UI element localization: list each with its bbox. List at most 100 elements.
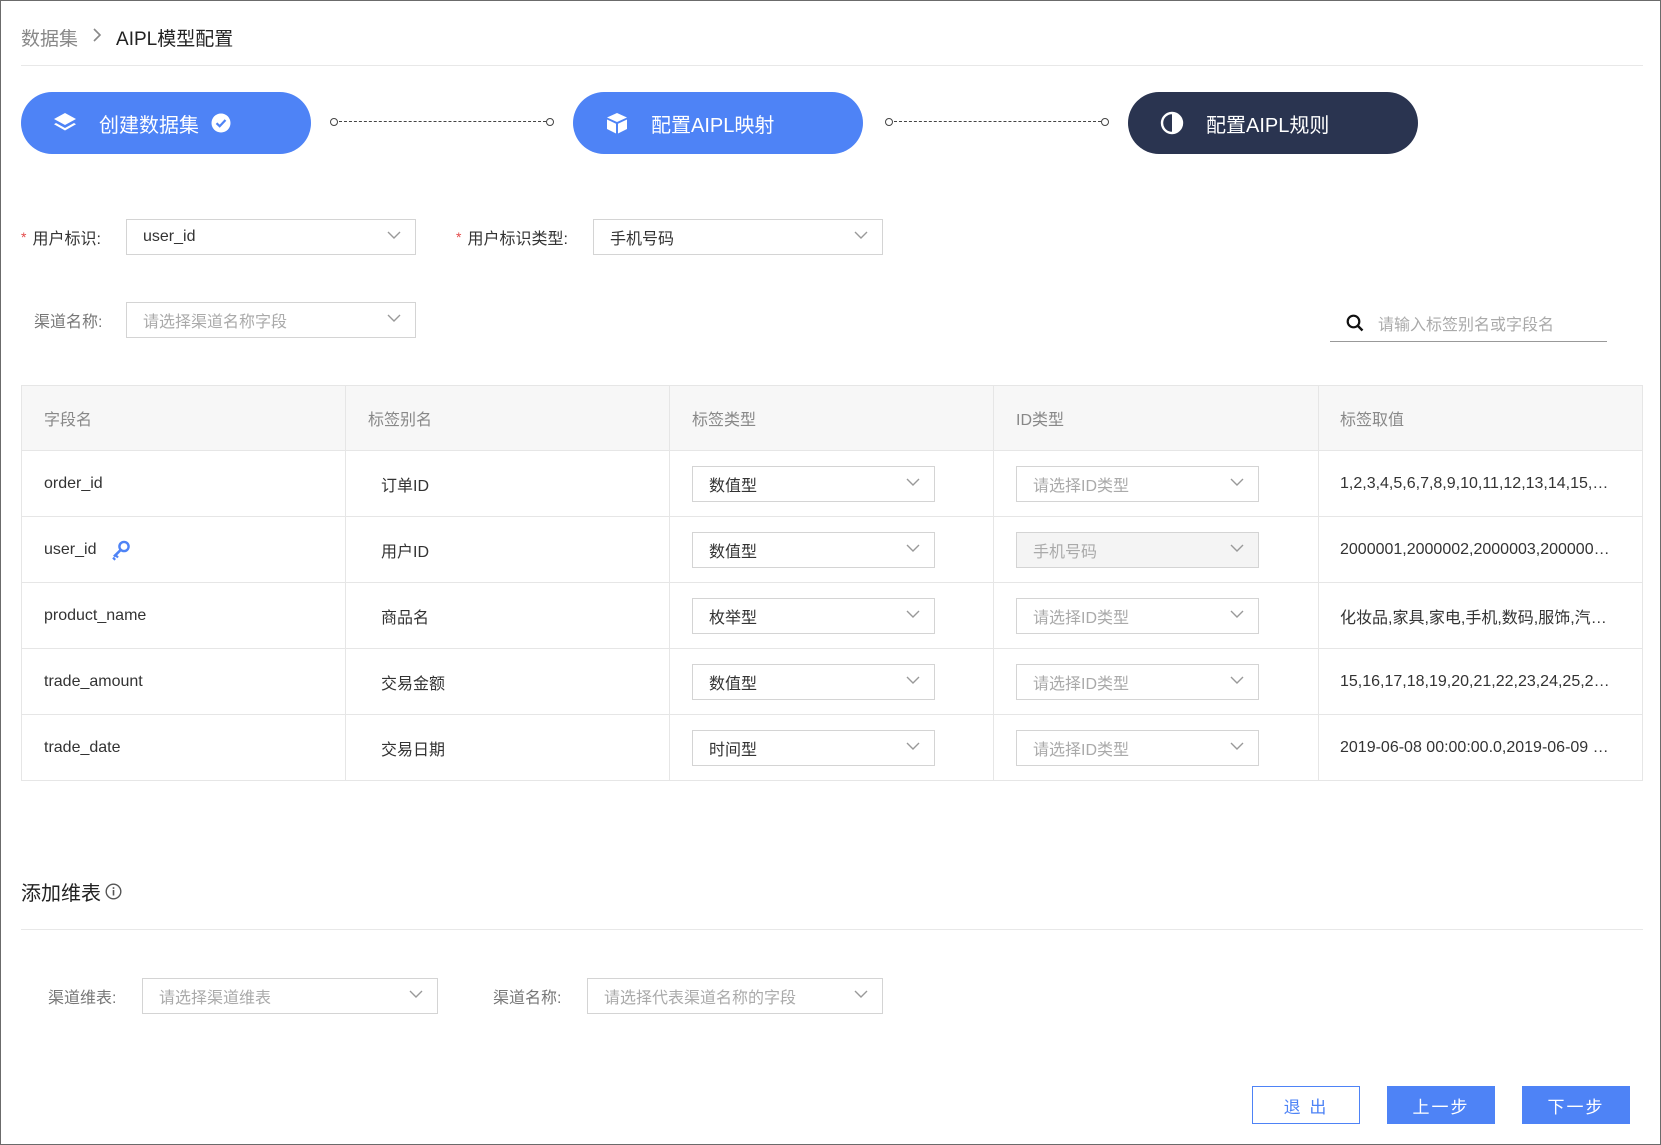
next-button[interactable]: 下一步	[1522, 1086, 1630, 1124]
dim-channel-name-placeholder: 请选择代表渠道名称的字段	[604, 990, 797, 1007]
user-id-select[interactable]: user_id	[126, 219, 416, 255]
id-type-cell: 请选择ID类型	[994, 715, 1319, 780]
key-icon	[110, 539, 132, 561]
tag-values: 1,2,3,4,5,6,7,8,9,10,11,12,13,14,15,16,1…	[1340, 474, 1612, 492]
id-type-cell: 请选择ID类型	[994, 583, 1319, 648]
step-configure-mapping[interactable]: 配置AIPL映射	[573, 92, 863, 154]
tag-values: 2000001,2000002,2000003,2000004,2000005	[1340, 540, 1612, 558]
alias-cell: 交易金额	[346, 649, 670, 714]
user-id-label: * 用户标识:	[21, 219, 101, 255]
tag-type-cell: 数值型	[670, 517, 994, 582]
user-id-label-text: 用户标识:	[32, 231, 101, 248]
step-connector	[894, 121, 1101, 122]
check-circle-icon	[211, 113, 231, 133]
step-label: 配置AIPL映射	[651, 114, 775, 137]
tag-values: 15,16,17,18,19,20,21,22,23,24,25,26,27,2…	[1340, 672, 1612, 690]
id-type-select[interactable]: 请选择ID类型	[1016, 729, 1259, 766]
channel-name-placeholder: 请选择渠道名称字段	[143, 314, 288, 331]
breadcrumb: 数据集 AIPL模型配置	[21, 22, 233, 52]
field-name: trade_amount	[44, 672, 143, 690]
id-type-cell: 请选择ID类型	[994, 649, 1319, 714]
chevron-down-icon	[854, 231, 868, 239]
user-id-type-select[interactable]: 手机号码	[593, 219, 883, 255]
id-type-select[interactable]: 请选择ID类型	[1016, 465, 1259, 502]
id-type-cell: 请选择ID类型	[994, 451, 1319, 516]
channel-name-label: 渠道名称:	[34, 314, 103, 331]
step-configure-rules[interactable]: 配置AIPL规则	[1128, 92, 1418, 154]
id-type-placeholder: 请选择ID类型	[1033, 675, 1130, 693]
chevron-down-icon	[1230, 742, 1244, 750]
channel-name-select[interactable]: 请选择渠道名称字段	[126, 302, 416, 338]
chevron-down-icon	[1230, 478, 1244, 486]
tag-type-select[interactable]: 数值型	[692, 465, 935, 502]
column-header-alias: 标签别名	[346, 386, 670, 450]
alias-text[interactable]: 交易日期	[368, 736, 445, 760]
search-placeholder: 请输入标签别名或字段名	[1378, 317, 1555, 334]
step-label: 创建数据集	[99, 114, 199, 137]
step-create-dataset[interactable]: 创建数据集	[21, 92, 311, 154]
info-icon[interactable]	[105, 882, 122, 900]
tag-type-value: 数值型	[709, 543, 758, 561]
alias-text[interactable]: 用户ID	[368, 538, 429, 562]
table-row: order_id 订单ID 数值型 请选择ID类型 1,2,3,4,5,6,7,…	[22, 451, 1642, 517]
id-type-select[interactable]: 请选择ID类型	[1016, 663, 1259, 700]
connector-dot	[330, 118, 338, 126]
tag-values-cell: 1,2,3,4,5,6,7,8,9,10,11,12,13,14,15,16,1…	[1319, 451, 1642, 516]
alias-cell: 订单ID	[346, 451, 670, 516]
field-table: 字段名 标签别名 标签类型 ID类型 标签取值 order_id 订单ID 数值…	[21, 385, 1643, 781]
prev-button[interactable]: 上一步	[1387, 1086, 1495, 1124]
table-row: trade_amount 交易金额 数值型 请选择ID类型 15,16,17,1…	[22, 649, 1642, 715]
id-type-select-disabled: 手机号码	[1016, 531, 1259, 568]
alias-text[interactable]: 订单ID	[368, 472, 429, 496]
tag-type-select[interactable]: 时间型	[692, 729, 935, 766]
required-mark: *	[21, 229, 27, 245]
search-input[interactable]: 请输入标签别名或字段名	[1330, 305, 1607, 342]
tag-type-select[interactable]: 数值型	[692, 531, 935, 568]
field-name-cell: product_name	[22, 583, 346, 648]
tag-type-value: 枚举型	[709, 609, 758, 627]
half-circle-icon	[1158, 109, 1186, 137]
dim-channel-name-select[interactable]: 请选择代表渠道名称的字段	[587, 978, 883, 1014]
chevron-down-icon	[1230, 610, 1244, 618]
tag-type-cell: 枚举型	[670, 583, 994, 648]
dim-section-header: 添加维表	[21, 876, 122, 906]
tag-type-cell: 数值型	[670, 451, 994, 516]
alias-cell: 交易日期	[346, 715, 670, 780]
breadcrumb-root-link[interactable]: 数据集	[21, 24, 78, 51]
section-divider	[21, 929, 1643, 930]
field-name-cell: user_id	[22, 517, 346, 582]
id-type-select[interactable]: 请选择ID类型	[1016, 597, 1259, 634]
column-header-tag-type: 标签类型	[670, 386, 994, 450]
chevron-down-icon	[854, 990, 868, 998]
user-id-type-label: * 用户标识类型:	[456, 219, 568, 255]
table-row: trade_date 交易日期 时间型 请选择ID类型 2019-06-08 0…	[22, 715, 1642, 780]
step-connector	[339, 121, 546, 122]
field-name-cell: order_id	[22, 451, 346, 516]
id-type-placeholder: 请选择ID类型	[1033, 477, 1130, 495]
field-name: product_name	[44, 606, 147, 624]
layers-icon	[51, 109, 79, 137]
channel-dim-placeholder: 请选择渠道维表	[159, 990, 272, 1007]
field-name: user_id	[44, 540, 97, 558]
user-id-type-label-text: 用户标识类型:	[467, 231, 568, 248]
search-icon	[1346, 314, 1364, 332]
alias-cell: 商品名	[346, 583, 670, 648]
tag-values: 化妆品,家具,家电,手机,数码,服饰,汽车,食品	[1340, 609, 1612, 627]
chevron-down-icon	[906, 610, 920, 618]
tag-type-value: 数值型	[709, 675, 758, 693]
user-id-type-value: 手机号码	[610, 231, 675, 248]
table-row: user_id 用户ID 数值型 手机号码 2000001,2000002,20…	[22, 517, 1642, 583]
tag-type-select[interactable]: 枚举型	[692, 597, 935, 634]
chevron-down-icon	[387, 231, 401, 239]
tag-type-value: 时间型	[709, 741, 758, 759]
exit-button[interactable]: 退 出	[1252, 1086, 1360, 1124]
id-type-value: 手机号码	[1033, 543, 1098, 561]
required-mark: *	[456, 229, 462, 245]
tag-values-cell: 2000001,2000002,2000003,2000004,2000005	[1319, 517, 1642, 582]
chevron-down-icon	[409, 990, 423, 998]
tag-values-cell: 15,16,17,18,19,20,21,22,23,24,25,26,27,2…	[1319, 649, 1642, 714]
alias-text[interactable]: 商品名	[368, 604, 429, 628]
tag-type-select[interactable]: 数值型	[692, 663, 935, 700]
alias-text[interactable]: 交易金额	[368, 670, 445, 694]
channel-dim-select[interactable]: 请选择渠道维表	[142, 978, 438, 1014]
